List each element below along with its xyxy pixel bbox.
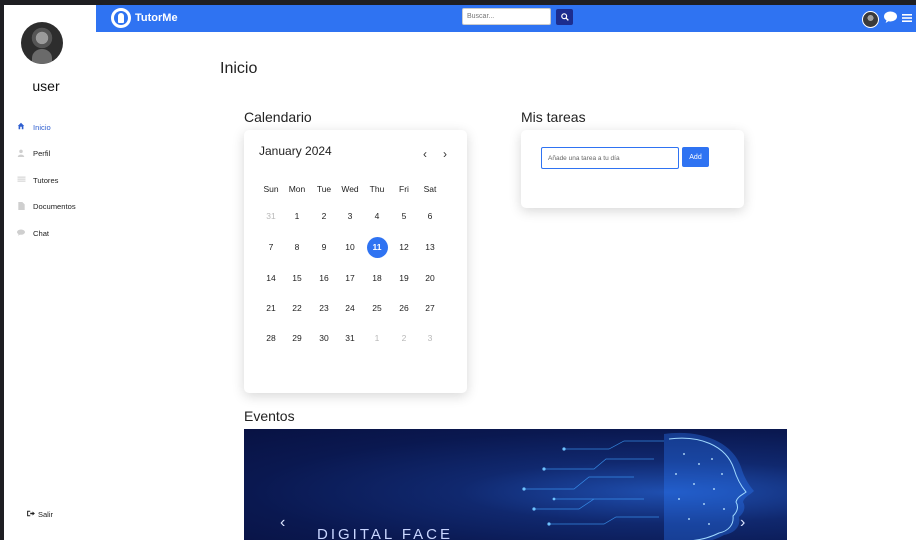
calendar-weekday: Fri [399, 184, 409, 194]
calendar-section-title: Calendario [244, 109, 312, 125]
calendar-day[interactable]: 6 [420, 206, 441, 227]
chat-bubble-icon[interactable] [884, 10, 897, 28]
calendar-day[interactable]: 21 [261, 298, 282, 319]
username: user [32, 78, 60, 94]
user-avatar[interactable] [21, 22, 63, 64]
calendar-day[interactable]: 20 [420, 268, 441, 289]
menu-icon[interactable] [902, 10, 912, 28]
calendar-day[interactable]: 31 [261, 206, 282, 227]
sign-out-icon [27, 510, 35, 519]
sidebar-item-label: Chat [33, 228, 50, 238]
calendar-day[interactable]: 2 [314, 206, 335, 227]
logout-label: Salir [38, 510, 54, 519]
main-content: TutorMe Inicio Calendario Mis tareas Jan… [96, 5, 916, 540]
calendar-weekday: Tue [316, 184, 332, 194]
calendar-day[interactable]: 3 [340, 206, 361, 227]
calendar-day[interactable]: 25 [367, 298, 388, 319]
sidebar-item-label: Tutores [33, 175, 59, 185]
sidebar-item-perfil[interactable]: Perfil [15, 141, 76, 168]
calendar-weekday: Mon [288, 184, 306, 194]
calendar-next-month-button[interactable]: › [443, 148, 447, 160]
calendar-day[interactable]: 7 [261, 237, 282, 258]
carousel-next-button[interactable]: › [740, 515, 745, 531]
sidebar-item-inicio[interactable]: Inicio [15, 114, 76, 141]
sidebar-item-documentos[interactable]: Documentos [15, 194, 76, 221]
calendar-day[interactable]: 23 [314, 298, 335, 319]
events-section-title: Eventos [244, 408, 295, 424]
calendar-day[interactable]: 27 [420, 298, 441, 319]
events-carousel: ‹ › DIGITAL FACE [244, 429, 787, 540]
sidebar-item-label: Inicio [33, 122, 51, 132]
calendar-day[interactable]: 2 [394, 328, 415, 349]
calendar-day[interactable]: 16 [314, 268, 335, 289]
search-icon [560, 13, 569, 21]
sidebar-item-label: Perfil [33, 149, 51, 159]
logout-button[interactable]: Salir [27, 510, 53, 519]
calendar-day[interactable]: 13 [420, 237, 441, 258]
calendar-day-selected[interactable]: 11 [366, 236, 388, 258]
calendar-widget: January 2024 ‹ › Sun Mon Tue Wed Thu Fri Sat 31… [244, 130, 467, 393]
calendar-day[interactable]: 15 [287, 268, 308, 289]
list-icon [15, 175, 27, 185]
search-input[interactable] [462, 8, 551, 25]
page-title: Inicio [220, 60, 258, 77]
calendar-day[interactable]: 19 [394, 268, 415, 289]
calendar-day[interactable]: 17 [340, 268, 361, 289]
calendar-weekday: Sat [423, 184, 437, 194]
brand[interactable]: TutorMe [111, 8, 178, 28]
calendar-day[interactable]: 4 [367, 206, 388, 227]
topbar-actions [862, 10, 912, 28]
profile-avatar[interactable] [862, 10, 879, 28]
top-navbar: TutorMe [96, 5, 916, 32]
calendar-day[interactable]: 10 [340, 237, 361, 258]
sidebar: user Inicio Perfil Tutores Documentos Ch… [4, 5, 96, 540]
sidebar-item-chat[interactable]: Chat [15, 220, 76, 247]
calendar-month-label: January 2024 [259, 144, 332, 158]
calendar-day[interactable]: 3 [420, 328, 441, 349]
calendar-day[interactable]: 24 [340, 298, 361, 319]
calendar-day[interactable]: 31 [340, 328, 361, 349]
task-input[interactable] [541, 147, 679, 169]
home-icon [15, 122, 27, 132]
calendar-day[interactable]: 30 [314, 328, 335, 349]
calendar-day[interactable]: 22 [287, 298, 308, 319]
carousel-prev-button[interactable]: ‹ [280, 515, 285, 531]
calendar-day[interactable]: 1 [367, 328, 388, 349]
digital-face-image [522, 433, 754, 540]
calendar-day[interactable]: 9 [314, 237, 335, 258]
chat-icon [15, 229, 27, 238]
calendar-day[interactable]: 5 [394, 206, 415, 227]
banner-caption: DIGITAL FACE [317, 526, 454, 540]
calendar-day[interactable]: 12 [394, 237, 415, 258]
sidebar-item-tutores[interactable]: Tutores [15, 167, 76, 194]
calendar-weekday: Thu [369, 184, 385, 194]
add-task-button[interactable]: Add [682, 147, 709, 167]
calendar-day[interactable]: 8 [287, 237, 308, 258]
tasks-section-title: Mis tareas [521, 109, 586, 125]
tasks-widget: Add [521, 130, 744, 208]
brand-logo-icon [111, 8, 131, 28]
calendar-day[interactable]: 1 [287, 206, 308, 227]
calendar-weekday: Sun [263, 184, 279, 194]
user-icon [15, 149, 27, 159]
document-icon [15, 201, 27, 212]
calendar-day[interactable]: 14 [261, 268, 282, 289]
calendar-day[interactable]: 28 [261, 328, 282, 349]
sidebar-nav: Inicio Perfil Tutores Documentos Chat [15, 114, 76, 247]
sidebar-item-label: Documentos [33, 202, 76, 212]
calendar-day[interactable]: 26 [394, 298, 415, 319]
calendar-prev-month-button[interactable]: ‹ [423, 148, 427, 160]
search-button[interactable] [556, 9, 573, 25]
brand-name: TutorMe [135, 12, 178, 24]
calendar-weekday: Wed [341, 184, 359, 194]
calendar-day[interactable]: 18 [367, 268, 388, 289]
calendar-day[interactable]: 29 [287, 328, 308, 349]
